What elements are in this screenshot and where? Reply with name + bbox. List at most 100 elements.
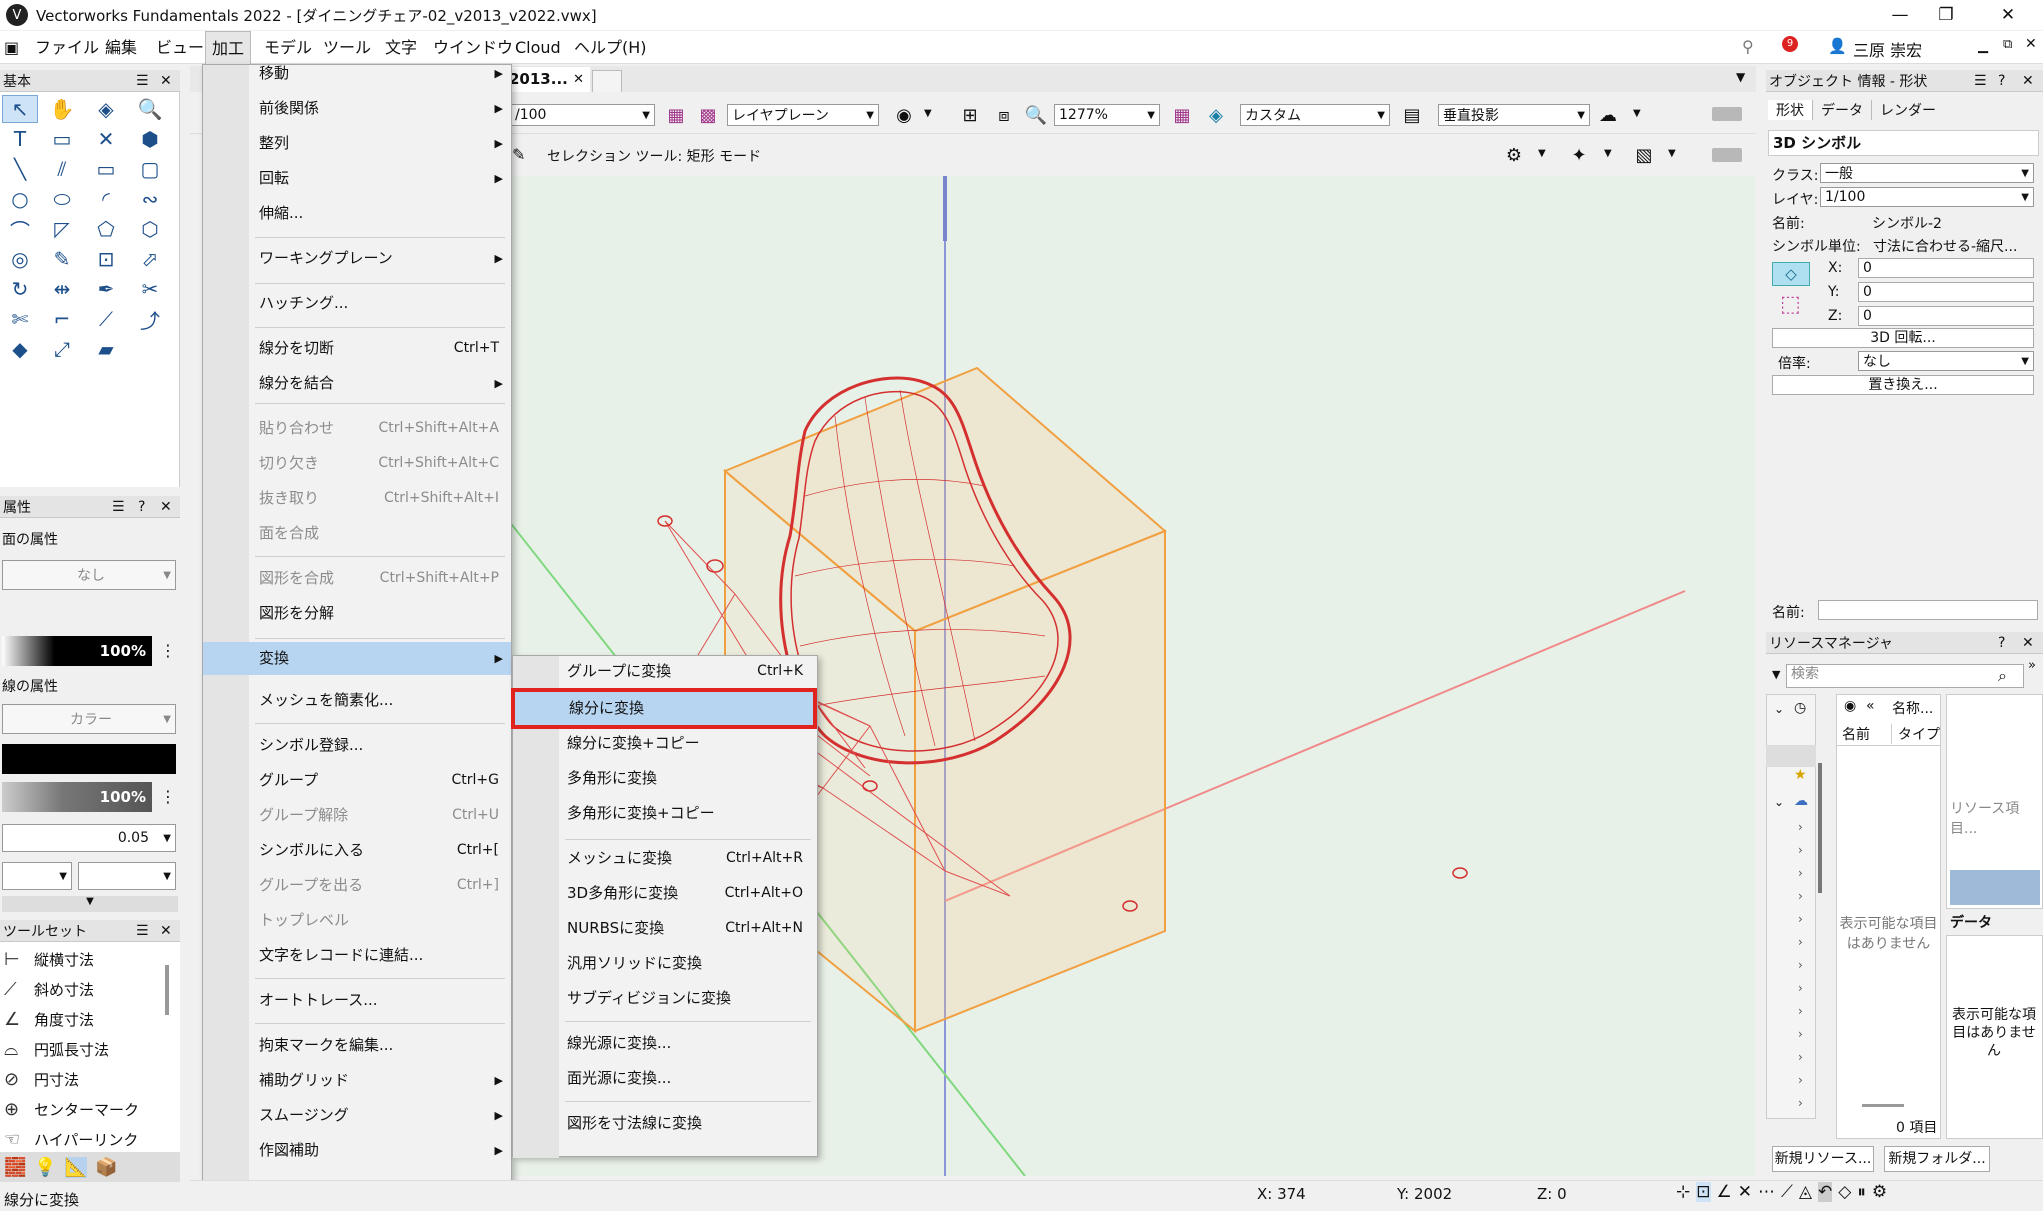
arrowhead-start-dropdown[interactable]: ▼	[2, 862, 72, 890]
toolset-scrollbar[interactable]	[165, 965, 169, 1015]
plane-dropdown[interactable]: レイヤプレーン ▼	[727, 104, 879, 126]
double-polygon-tool-icon[interactable]: ⬠	[88, 215, 124, 243]
palette-close-icon[interactable]: ✕	[2022, 635, 2034, 651]
x-input[interactable]: 0	[1858, 258, 2034, 278]
view-icon[interactable]: ▩	[694, 102, 722, 128]
chevron-right-icon[interactable]: ›	[1798, 1004, 1803, 1018]
mirror-tool-icon[interactable]: ⇹	[44, 275, 80, 303]
dims-notes-icon[interactable]: 📐	[64, 1156, 88, 1178]
arrowhead-end-dropdown[interactable]: ▼	[78, 862, 176, 890]
snap-surface-icon[interactable]: ◇	[1838, 1182, 1851, 1202]
offset-tool-icon[interactable]: ⤴	[132, 305, 168, 333]
chevron-down-icon[interactable]: ▼	[924, 108, 932, 119]
toolset-item[interactable]: ⊘ 円寸法	[4, 1064, 79, 1094]
sort-by-name[interactable]: 名称...	[1892, 698, 1933, 718]
chevron-down-icon[interactable]: ▼	[1633, 108, 1641, 119]
chevron-down-icon[interactable]: ▼	[1668, 148, 1676, 159]
polyline-tool-icon[interactable]: ⌒	[2, 215, 38, 243]
projection-settings-icon[interactable]: ▤	[1398, 102, 1426, 128]
circle-tool-icon[interactable]: ○	[2, 185, 38, 213]
new-folder-button[interactable]: 新規フォルダ...	[1884, 1146, 1990, 1172]
menu-item[interactable]: 図形を分解	[203, 597, 511, 630]
rotate-3d-button[interactable]: 3D 回転...	[1772, 328, 2034, 348]
settings-icon[interactable]: ⚙	[1872, 1182, 1887, 1202]
menu-item[interactable]: グループ解除 Ctrl+U	[203, 799, 511, 832]
palette-close-icon[interactable]: ✕	[160, 499, 172, 515]
tab-data[interactable]: データ	[1813, 100, 1872, 120]
tree-selected-row[interactable]	[1766, 745, 1816, 767]
connect-tool-icon[interactable]: ⤢	[44, 335, 80, 363]
menu-item[interactable]: 切り欠き Ctrl+Shift+Alt+C	[203, 447, 511, 480]
menu-item[interactable]: メッシュを簡素化...	[203, 684, 511, 717]
favorites-star-icon[interactable]: ★	[1794, 767, 1807, 783]
menu-item[interactable]: 前後関係 ▶	[203, 92, 511, 125]
menu-item[interactable]: ワーキングプレーン ▶	[203, 242, 511, 275]
submenu-item[interactable]: グループに変換 Ctrl+K	[513, 655, 817, 688]
tool-preferences-icon[interactable]: ⚙	[1500, 142, 1528, 168]
snap-icon[interactable]: ✦	[1565, 142, 1593, 168]
menu-item[interactable]: シンボルに入る Ctrl+[	[203, 834, 511, 867]
expand-attributes-icon[interactable]: ▼	[2, 896, 178, 912]
visualization-icon[interactable]: 💡	[34, 1157, 56, 1178]
chevron-down-icon[interactable]: ⌄	[1774, 795, 1784, 809]
projection-dropdown[interactable]: 垂直投影 ▼	[1438, 104, 1590, 126]
3d-locus-tool-icon[interactable]: ⬢	[132, 125, 168, 153]
submenu-item[interactable]: 線分に変換	[511, 688, 817, 729]
pause-icon[interactable]: ⏸	[1857, 1182, 1866, 1202]
snap-grid-icon[interactable]: ⊹	[1676, 1182, 1690, 1202]
submenu-item[interactable]: 3D多角形に変換 Ctrl+Alt+O	[513, 877, 817, 910]
menu-item[interactable]: 貼り合わせ Ctrl+Shift+Alt+A	[203, 412, 511, 445]
chevron-right-icon[interactable]: ›	[1798, 1027, 1803, 1041]
toolset-item[interactable]: ⊕ センターマーク	[4, 1094, 139, 1124]
snap-distance-icon[interactable]: ⋯	[1758, 1182, 1775, 1202]
line-style-dropdown[interactable]: カラー ▼	[2, 704, 176, 734]
notification-badge[interactable]: 9	[1782, 36, 1798, 52]
eraser-tool-icon[interactable]: ◆	[2, 335, 38, 363]
chevron-right-icon[interactable]: ›	[1798, 1050, 1803, 1064]
locus-tool-icon[interactable]: ✕	[88, 125, 124, 153]
line-color-swatch[interactable]	[2, 744, 176, 774]
submenu-item[interactable]: サブディビジョンに変換	[513, 982, 817, 1015]
col-name-header[interactable]: 名前	[1836, 723, 1892, 744]
close-window-button[interactable]: ✕	[1985, 0, 2031, 30]
fit-to-page-icon[interactable]: ⧈	[990, 102, 1018, 128]
menu-item[interactable]: 補助グリッド ▶	[203, 1064, 511, 1097]
chevron-down-icon[interactable]: ▼	[1736, 70, 1745, 84]
building-shell-icon[interactable]: 🧱	[4, 1157, 26, 1178]
submenu-item[interactable]: 汎用ソリッドに変換	[513, 947, 817, 980]
expand-icon[interactable]: »	[2028, 658, 2036, 673]
doc-minimize-icon[interactable]: ▁	[1978, 39, 1988, 54]
clock-icon[interactable]: ◷	[1794, 700, 1806, 716]
cloud-icon[interactable]: ☁	[1794, 793, 1808, 809]
palette-close-icon[interactable]: ✕	[160, 923, 172, 939]
menu-item[interactable]: 伸縮...	[203, 197, 511, 230]
submenu-item[interactable]: NURBSに変換 Ctrl+Alt+N	[513, 912, 817, 945]
submenu-item[interactable]: 線光源に変換...	[513, 1027, 817, 1060]
menu-view[interactable]: ビュー	[150, 31, 210, 64]
toolset-item[interactable]: ☜ ハイパーリンク	[4, 1124, 138, 1154]
freehand-tool-icon[interactable]: ∾	[132, 185, 168, 213]
layer-dropdown[interactable]: 1/100 ▼	[1820, 187, 2034, 207]
menu-item[interactable]: 作図補助 ▶	[203, 1134, 511, 1167]
replace-button[interactable]: 置き換え...	[1772, 375, 2034, 395]
mode-bar-toggle[interactable]	[1712, 148, 1742, 162]
snap-working-plane-icon[interactable]: ↶	[1817, 1182, 1833, 1202]
attribute-tool-icon[interactable]: ▰	[88, 335, 124, 363]
menu-item[interactable]: 文字をレコードに連結...	[203, 939, 511, 972]
3d-box-icon[interactable]: ⬚	[1780, 292, 1801, 317]
rectangle-tool-icon[interactable]: ▭	[88, 155, 124, 183]
search-icon[interactable]: ⚲	[1742, 37, 1754, 56]
tree-scrollbar[interactable]	[1818, 763, 1822, 893]
pen-tool-icon[interactable]: ✒	[88, 275, 124, 303]
name-input[interactable]	[1818, 600, 2038, 620]
more-options-icon[interactable]: ⋮	[160, 641, 176, 660]
double-line-tool-icon[interactable]: ⫽	[44, 155, 80, 183]
split-tool-icon[interactable]: ✄	[2, 305, 38, 333]
menu-item[interactable]: 回転 ▶	[203, 162, 511, 195]
zoom-icon[interactable]: 🔍	[1022, 102, 1050, 128]
view-bar-toggle[interactable]	[1712, 107, 1742, 121]
chevron-down-icon[interactable]: ⌄	[1774, 702, 1784, 716]
user-name[interactable]: 三原 崇宏	[1853, 37, 1922, 61]
fillet-tool-icon[interactable]: ⌐	[44, 305, 80, 333]
submenu-item[interactable]: 線分に変換+コピー	[513, 727, 817, 760]
